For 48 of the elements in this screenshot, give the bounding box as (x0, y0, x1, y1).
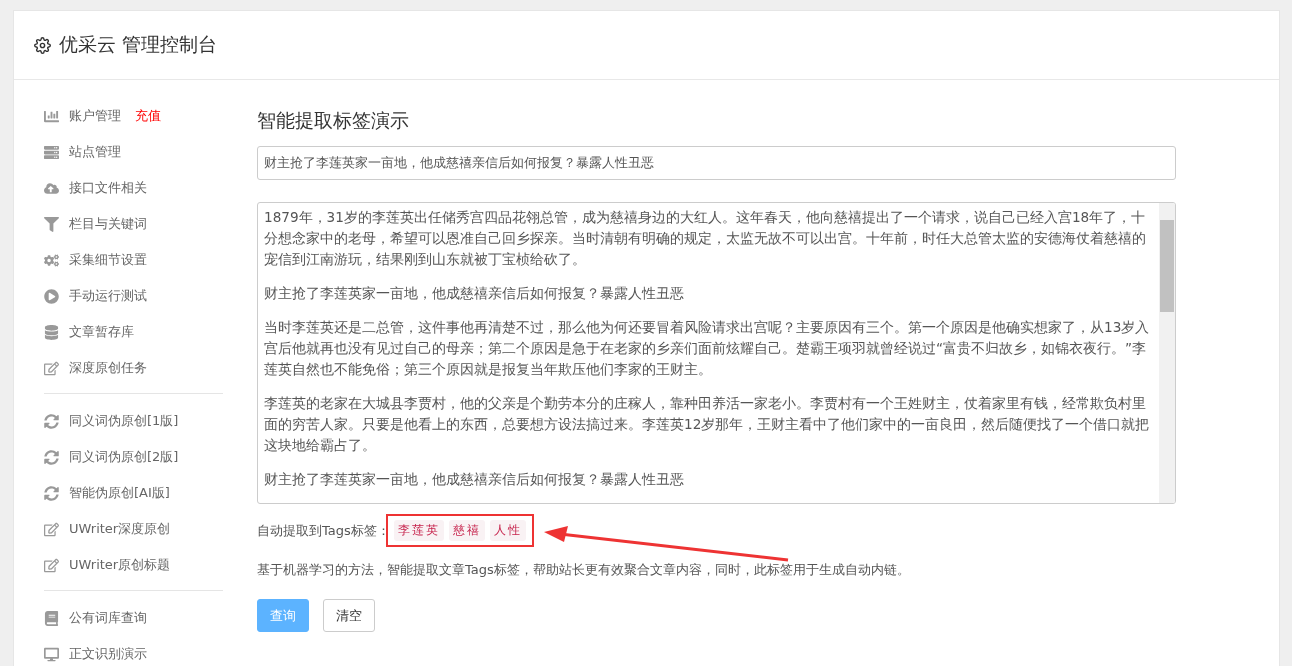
sidebar-item[interactable]: 手动运行测试 (69, 287, 147, 305)
content-paragraph: 李莲英的老家在大城县李贾村，他的父亲是个勤劳本分的庄稼人，靠种田养活一家老小。李贾村有一个王姓财主，仗着家里有钱，经常欺负村里面的穷苦人家。只要是他看上的东西，总要想方设法搞过来。李莲英12岁那年，王财主看中了他们家中的一亩良田，然后随便找了一个借口就把这块地给霸占了。 (264, 394, 1151, 455)
sync-icon (44, 485, 59, 501)
sidebar-item[interactable]: 栏目与关键词 (69, 215, 147, 233)
edit-icon (44, 360, 59, 376)
content-paragraph: 财主抢了李莲英家一亩地，他成慈禧亲信后如何报复？暴露人性丑恶 (264, 470, 685, 489)
edit-icon (44, 557, 59, 573)
sidebar-item[interactable]: 站点管理 (69, 143, 121, 161)
tags-label: 自动提取到Tags标签： (257, 521, 390, 540)
content-field[interactable] (257, 202, 1176, 504)
bar-chart-icon (44, 108, 59, 124)
gears-icon (44, 252, 59, 268)
console-title: 优采云 管理控制台 (59, 32, 218, 57)
title-field[interactable]: 财主抢了李莲英家一亩地，他成慈禧亲信后如何报复？暴露人性丑恶 (257, 146, 1176, 180)
sidebar-item[interactable]: 文章暂存库 (69, 323, 134, 341)
sidebar-item[interactable]: 正文识别演示 (69, 645, 147, 663)
clear-button[interactable]: 清空 (323, 599, 375, 632)
edit-icon (44, 521, 59, 537)
play-icon (44, 288, 59, 304)
sidebar-item[interactable]: 深度原创任务 (69, 359, 147, 377)
content-paragraph: 当时李莲英还是二总管，这件事他再清楚不过，那么他为何还要冒着风险请求出宫呢？主要原因有三个。第一个原因是他确实想家了，从13岁入宫后他就再也没有见过自己的母亲；第二个原因是急于在老家的乡亲们面前炫耀自己。楚霸王项羽就曾经说过“富贵不归故乡，如锦衣夜行。”李莲英自然也不能免俗；第三个原因就是报复当年欺压他们李家的王财主。 (264, 318, 1151, 379)
monitor-icon (44, 646, 59, 662)
sidebar-item[interactable]: 同义词伪原创[2版] (69, 448, 179, 466)
content-paragraph: 1879年，31岁的李莲英出任储秀宫四品花翎总管，成为慈禧身边的大红人。这年春天，他向慈禧提出了一个请求，说自己已经入宫18年了，十分想念家中的老母，希望可以恩准自己回乡探亲。当时清朝有明确的规定，太监无故不可以出宫。十年前，时任大总管太监的安德海仗着慈禧的宠信到江南游玩，结果刚到山东就被丁宝桢给砍了。 (264, 208, 1147, 269)
sidebar-item[interactable]: UWriter原创标题 (69, 556, 171, 574)
sync-icon (44, 449, 59, 465)
content-paragraph: 财主抢了李莲英家一亩地，他成慈禧亲信后如何报复？暴露人性丑恶 (264, 284, 685, 303)
sidebar-item[interactable]: 同义词伪原创[1版] (69, 412, 179, 430)
book-icon (44, 610, 59, 626)
tag: 人性 (489, 520, 526, 541)
sidebar-item[interactable]: 公有词库查询 (69, 609, 147, 627)
section-title: 智能提取标签演示 (257, 108, 410, 133)
database-icon (44, 324, 59, 340)
sidebar-item[interactable]: 账户管理 (69, 107, 121, 125)
sidebar-item[interactable]: UWriter深度原创 (69, 520, 171, 538)
tag: 李莲英 (393, 520, 444, 541)
cloud-upload-icon (44, 180, 59, 196)
tag: 慈禧 (448, 520, 485, 541)
sidebar-item[interactable]: 智能伪原创[AI版] (69, 484, 170, 502)
sidebar-item[interactable]: 接口文件相关 (69, 179, 147, 197)
recharge-link[interactable]: 充值 (135, 107, 161, 125)
sync-icon (44, 413, 59, 429)
scrollbar[interactable] (1159, 203, 1175, 503)
server-icon (44, 144, 59, 160)
description-text: 基于机器学习的方法，智能提取文章Tags标签，帮助站长更有效聚合文章内容，同时，此标签用于生成自动内链。 (257, 561, 911, 579)
sidebar-item[interactable]: 采集细节设置 (69, 251, 147, 269)
settings-icon (34, 36, 51, 54)
filter-icon (44, 216, 59, 232)
